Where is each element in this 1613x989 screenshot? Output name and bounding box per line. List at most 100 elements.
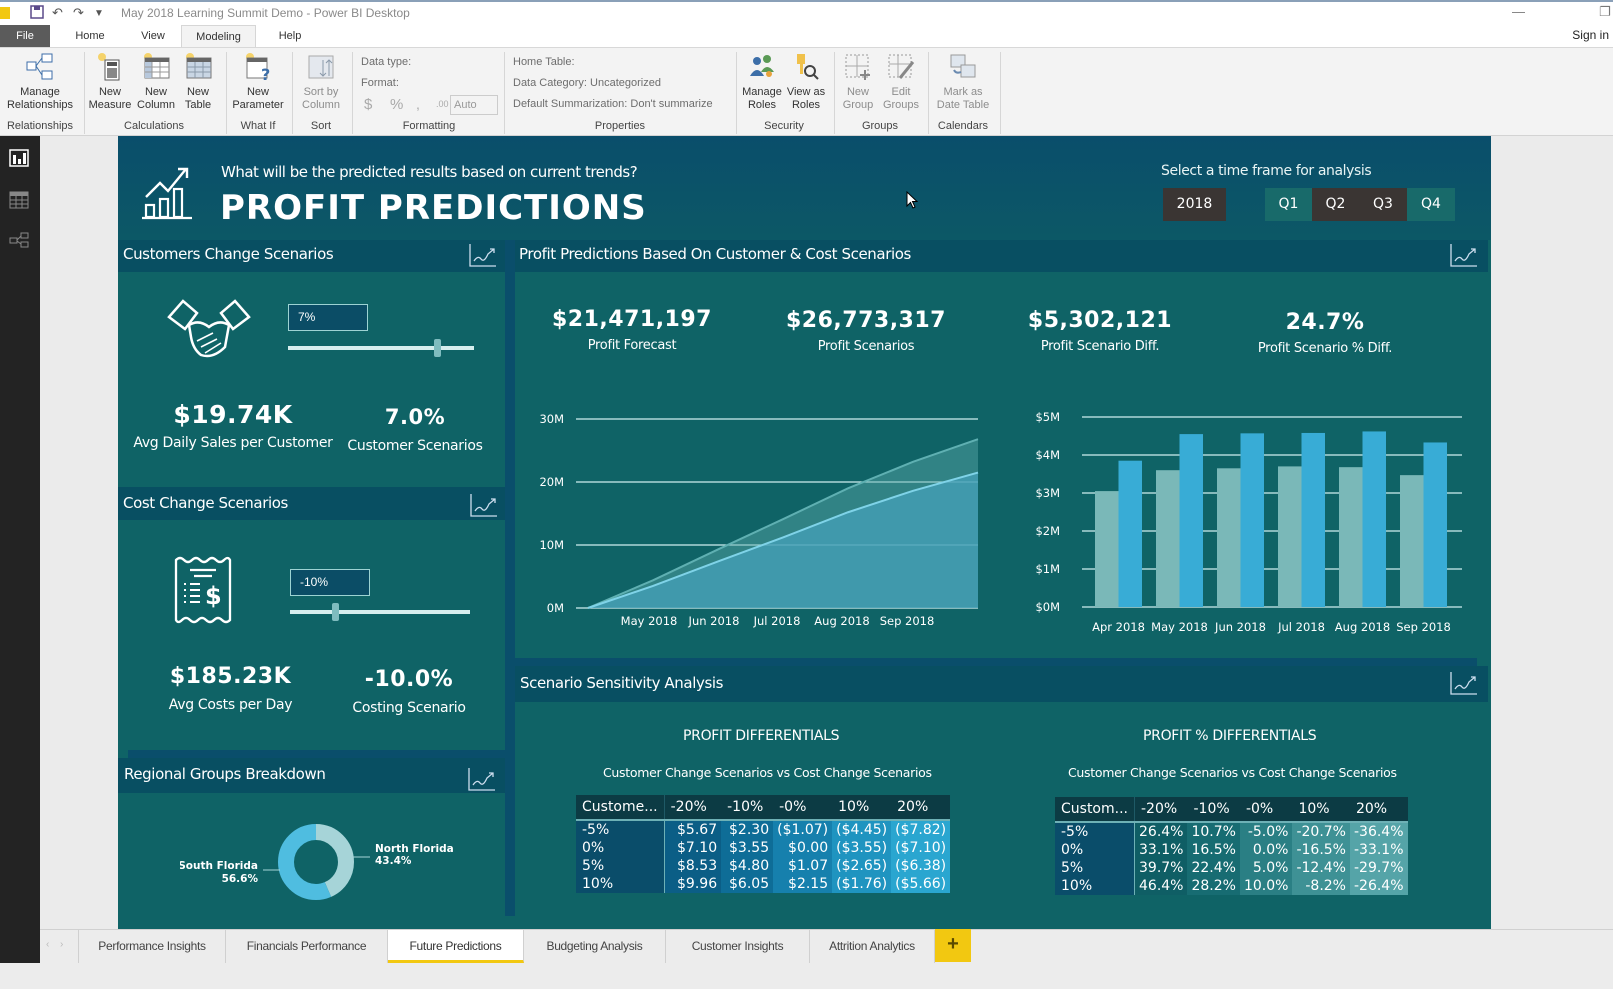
page-tab-financials-performance[interactable]: Financials Performance <box>226 930 388 963</box>
matrix-column-header[interactable]: -10% <box>721 795 774 821</box>
matrix-cell: ($2.65) <box>832 857 892 875</box>
focus-mode-icon[interactable] <box>469 243 497 267</box>
matrix-column-header[interactable]: -0% <box>773 795 833 821</box>
sign-in-link[interactable]: Sign in <box>1572 28 1609 42</box>
restore-icon[interactable]: ❐ <box>1599 4 1611 20</box>
customize-qat-icon[interactable]: ▼ <box>94 8 104 19</box>
customer-scenario-slider-thumb[interactable] <box>433 339 441 357</box>
tabs-scroll-left-icon[interactable]: ‹ <box>46 939 49 950</box>
matrix-column-header[interactable]: -0% <box>1239 797 1293 823</box>
cost-scenario-input[interactable]: -10% <box>290 569 370 596</box>
home-table-dropdown[interactable]: Home Table: <box>513 56 575 68</box>
tab-view[interactable]: View <box>128 25 178 47</box>
matrix-row-header: 10% <box>1055 877 1135 895</box>
data-type-dropdown[interactable]: Data type: <box>361 56 411 68</box>
year-2018-button[interactable]: 2018 <box>1163 188 1226 221</box>
decimal-places-input[interactable]: Auto <box>450 95 498 115</box>
minimize-icon[interactable]: — <box>1512 4 1525 19</box>
edit-groups-button[interactable]: Edit Groups <box>880 52 922 112</box>
report-view-icon[interactable] <box>9 149 29 167</box>
undo-icon[interactable]: ↶ <box>52 5 63 21</box>
matrix-column-header[interactable]: -20% <box>664 795 722 821</box>
group-security-label: Security <box>764 120 804 132</box>
x-tick-label: Jun 2018 <box>1214 620 1266 634</box>
page-tab-customer-insights[interactable]: Customer Insights <box>666 930 810 963</box>
sort-by-column-label: Sort by Column <box>302 86 340 111</box>
data-view-icon[interactable] <box>9 191 29 209</box>
matrix-cell: 10.7% <box>1187 822 1240 841</box>
monthly-profit-bar-chart: $0M $1M $2M $3M $4M $5M Apr 2018 May 2018 Jun 20… <box>1035 410 1462 634</box>
sort-by-column-button[interactable]: Sort by Column <box>296 52 346 112</box>
focus-mode-icon[interactable] <box>470 493 498 517</box>
save-icon[interactable] <box>30 5 44 22</box>
quarter-q3-button[interactable]: Q3 <box>1359 188 1407 221</box>
tab-help[interactable]: Help <box>268 25 312 47</box>
quarter-q2-button[interactable]: Q2 <box>1312 188 1359 221</box>
matrix-cell: $9.96 <box>664 875 722 893</box>
decimal-icon[interactable]: .00 <box>436 99 449 109</box>
matrix-cell: $0.00 <box>773 839 833 857</box>
cost-scenario-slider[interactable] <box>290 610 470 614</box>
customer-scenario-slider[interactable] <box>288 346 474 350</box>
new-parameter-button[interactable]: ? New Parameter <box>230 52 286 112</box>
focus-mode-icon[interactable] <box>468 767 496 791</box>
new-measure-button[interactable]: New Measure <box>88 52 132 112</box>
matrix-column-header[interactable]: 10% <box>1292 797 1350 823</box>
focus-mode-icon[interactable] <box>1450 671 1478 695</box>
avg-costs-kpi: $185.23K Avg Costs per Day <box>128 664 333 713</box>
matrix-column-header[interactable]: 10% <box>832 795 892 821</box>
new-column-button[interactable]: New Column <box>134 52 178 112</box>
matrix-column-header[interactable]: 20% <box>891 795 951 821</box>
bar-profit-forecast <box>1217 468 1241 607</box>
ribbon: Manage Relationships Relationships New M… <box>0 47 1613 136</box>
quarter-q1-button[interactable]: Q1 <box>1265 188 1312 221</box>
page-tab-future-predictions[interactable]: Future Predictions <box>388 930 524 963</box>
view-as-roles-button[interactable]: View as Roles <box>784 52 828 112</box>
page-tab-budgeting-analysis[interactable]: Budgeting Analysis <box>524 930 666 963</box>
comma-button[interactable]: , <box>416 96 420 112</box>
ribbon-separator <box>834 52 835 134</box>
matrix-cell: -16.5% <box>1292 841 1350 859</box>
report-subtitle: What will be the predicted results based… <box>221 163 638 181</box>
avg-daily-sales-kpi: $19.74K Avg Daily Sales per Customer <box>128 400 338 451</box>
y-tick-label: $2M <box>1035 524 1060 538</box>
data-category-dropdown[interactable]: Data Category: Uncategorized <box>513 77 661 89</box>
default-summarization-dropdown[interactable]: Default Summarization: Don't summarize <box>513 98 713 110</box>
edit-groups-label: Edit Groups <box>882 86 920 111</box>
page-tab-performance-insights[interactable]: Performance Insights <box>78 930 226 963</box>
new-group-button[interactable]: New Group <box>838 52 878 112</box>
handshake-icon <box>165 297 253 361</box>
tab-modeling[interactable]: Modeling <box>181 25 256 47</box>
matrix-row-header-label[interactable]: Custom... <box>1055 797 1135 823</box>
window-title: May 2018 Learning Summit Demo - Power BI… <box>121 6 410 20</box>
matrix-row-header-label[interactable]: Custome... <box>576 795 665 821</box>
tab-file[interactable]: File <box>0 25 50 47</box>
matrix-column-header[interactable]: -20% <box>1134 797 1188 823</box>
customer-scenario-input[interactable]: 7% <box>288 304 368 331</box>
matrix-column-header[interactable]: -10% <box>1187 797 1240 823</box>
manage-relationships-button[interactable]: Manage Relationships <box>4 52 76 112</box>
matrix-cell: ($7.82) <box>891 820 951 839</box>
new-table-button[interactable]: New Table <box>178 52 218 112</box>
model-view-icon[interactable] <box>9 231 29 249</box>
format-dropdown[interactable]: Format: <box>361 77 399 89</box>
y-tick-label: 10M <box>539 538 564 552</box>
matrix-column-header[interactable]: 20% <box>1349 797 1408 823</box>
matrix-cell: $3.55 <box>721 839 774 857</box>
percent-button[interactable]: % <box>390 96 403 113</box>
tab-home[interactable]: Home <box>64 25 116 47</box>
profit-scenarios-label: Profit Scenarios <box>817 339 915 354</box>
manage-roles-button[interactable]: Manage Roles <box>740 52 784 112</box>
add-page-button[interactable]: + <box>935 929 971 962</box>
matrix-row: 5% $8.53 $4.80 $1.07 ($2.65) ($6.38) <box>576 857 951 875</box>
quarter-q4-button[interactable]: Q4 <box>1407 188 1455 221</box>
page-tab-attrition-analytics[interactable]: Attrition Analytics <box>810 930 935 963</box>
report-title: PROFIT PREDICTIONS <box>220 188 647 228</box>
currency-button[interactable]: $ <box>364 96 372 113</box>
donut-label-name: South Florida <box>180 860 258 872</box>
focus-mode-icon[interactable] <box>1450 243 1478 267</box>
redo-icon[interactable]: ↷ <box>73 5 84 21</box>
cost-scenario-slider-thumb[interactable] <box>332 603 339 621</box>
tabs-scroll-right-icon[interactable]: › <box>60 939 63 950</box>
mark-as-date-table-button[interactable]: Mark as Date Table <box>932 52 994 112</box>
